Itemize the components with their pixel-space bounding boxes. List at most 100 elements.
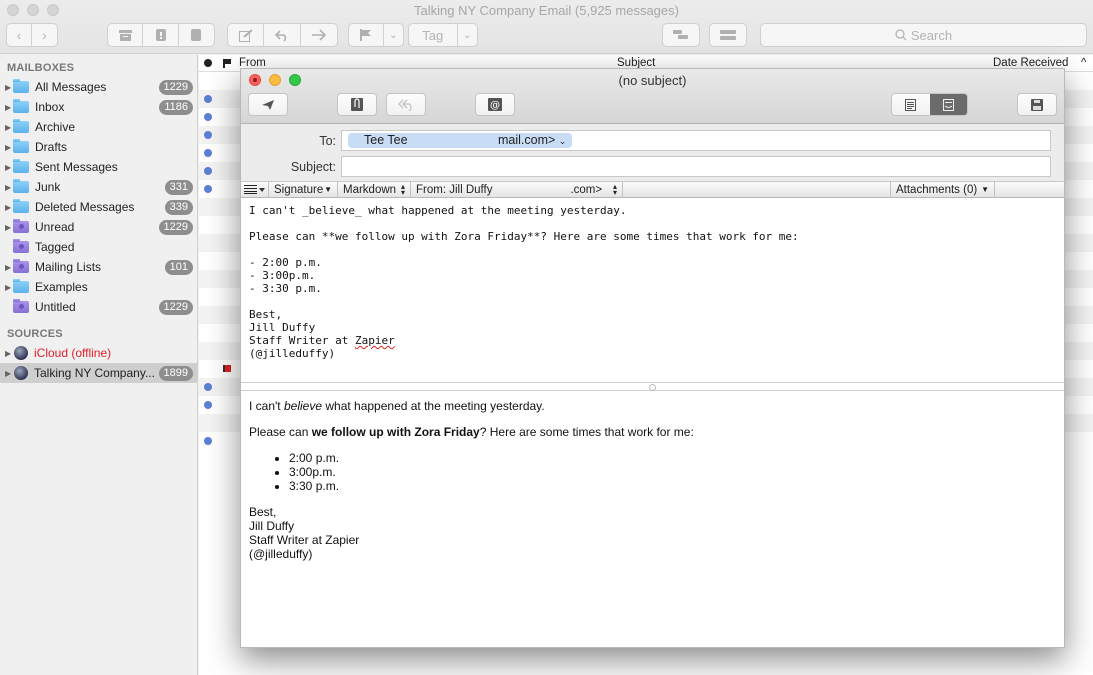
disclosure-triangle-icon[interactable]: ▶ [0, 203, 13, 212]
folder-icon [13, 139, 29, 153]
send-button[interactable] [248, 93, 288, 116]
subject-field[interactable] [341, 156, 1051, 177]
conversation-button[interactable] [662, 23, 700, 47]
mailbox-label: Drafts [35, 140, 68, 154]
unread-column-icon[interactable] [204, 59, 212, 67]
reply-quote-button[interactable] [386, 93, 426, 116]
subject-label: Subject: [290, 160, 336, 174]
search-placeholder: Search [910, 27, 953, 43]
search-input[interactable]: Search [760, 23, 1087, 47]
mailbox-label: Inbox [35, 100, 65, 114]
mailbox-item[interactable]: ▶ Archive [0, 117, 197, 137]
format-menu-button[interactable] [241, 182, 269, 197]
tag-button[interactable]: Tag [409, 24, 458, 46]
split-preview-view-button[interactable] [929, 94, 967, 115]
flag-icon [359, 29, 371, 41]
disclosure-triangle-icon[interactable]: ▶ [0, 183, 13, 192]
compose-options-bar: Signature ▼ Markdown ▴ ▾ From: Jill Duffy .c… [241, 182, 1064, 198]
attach-button[interactable] [337, 93, 377, 116]
list-menu-icon [244, 185, 265, 194]
disclosure-triangle-icon[interactable]: ▶ [0, 369, 13, 378]
recipient-address: mail.com> ⌄ [498, 133, 567, 147]
unread-dot-icon [204, 401, 212, 409]
sources-header: SOURCES [7, 328, 63, 340]
mailbox-item[interactable]: ▶ Sent Messages [0, 157, 197, 177]
search-icon [895, 29, 907, 41]
misspelled-word[interactable]: Zapier [355, 334, 395, 347]
md-line: I can't _believe_ what happened at the m… [249, 204, 627, 217]
options-spacer [623, 182, 891, 197]
flag-menu-button[interactable]: ⌄ [384, 24, 403, 46]
unread-dot-icon [204, 95, 212, 103]
smart-mailbox-icon [13, 239, 29, 253]
unread-dot-icon [204, 149, 212, 157]
source-label: iCloud (offline) [34, 346, 112, 360]
folder-icon [13, 179, 29, 193]
folder-icon [13, 279, 29, 293]
recipient-token[interactable]: Tee Tee mail.com> ⌄ [348, 133, 572, 148]
reply-button[interactable] [264, 24, 301, 46]
mailbox-label: Untitled [35, 300, 76, 314]
sort-ascending-icon[interactable]: ^ [1081, 57, 1086, 69]
source-item[interactable]: ▶ iCloud (offline) [0, 343, 197, 363]
unread-dot-icon [204, 131, 212, 139]
markdown-editor[interactable]: I can't _believe_ what happened at the m… [241, 198, 1064, 383]
disclosure-triangle-icon[interactable]: ▶ [0, 263, 13, 272]
to-field[interactable]: Tee Tee mail.com> ⌄ [341, 130, 1051, 151]
signature-dropdown[interactable]: Signature ▼ [269, 182, 338, 197]
save-draft-button[interactable] [1017, 93, 1057, 116]
preview-list: 2:00 p.m. 3:00p.m. 3:30 p.m. [289, 451, 1056, 493]
mailbox-item[interactable]: ▶ Inbox 1186 [0, 97, 197, 117]
recipient-name: Tee Tee [364, 133, 408, 147]
mailbox-item[interactable]: ▶ Examples [0, 277, 197, 297]
view-mode-toggle [891, 93, 968, 116]
split-divider[interactable] [241, 383, 1064, 391]
preview-list-item: 3:00p.m. [289, 465, 1056, 479]
from-dropdown[interactable]: From: Jill Duffy .com> ▴ ▾ [411, 182, 623, 197]
disclosure-triangle-icon[interactable]: ▶ [0, 143, 13, 152]
mailbox-item[interactable]: ▶ Drafts [0, 137, 197, 157]
format-dropdown[interactable]: Markdown ▴ ▾ [338, 182, 411, 197]
disclosure-triangle-icon[interactable]: ▶ [0, 123, 13, 132]
mailbox-item[interactable]: Untitled 1229 [0, 297, 197, 317]
mailbox-item[interactable]: ▶ Junk 331 [0, 177, 197, 197]
tag-menu-button[interactable]: ⌄ [458, 24, 477, 46]
junk-button[interactable] [143, 24, 179, 46]
filter-icon [720, 30, 736, 40]
flag-column-icon[interactable] [223, 59, 231, 71]
unread-count-badge: 339 [164, 200, 193, 215]
address-button[interactable]: @ [475, 93, 515, 116]
md-list-item: - 3:00p.m. [249, 269, 316, 282]
disclosure-triangle-icon[interactable]: ▶ [0, 163, 13, 172]
mailbox-item[interactable]: Tagged [0, 237, 197, 257]
disclosure-triangle-icon[interactable]: ▶ [0, 283, 13, 292]
forward-nav-button[interactable]: › [32, 24, 57, 46]
edit-only-view-button[interactable] [892, 94, 930, 115]
archive-button[interactable] [108, 24, 144, 46]
filter-button[interactable] [709, 23, 747, 47]
disclosure-triangle-icon[interactable]: ▶ [0, 83, 13, 92]
disclosure-triangle-icon[interactable]: ▶ [0, 223, 13, 232]
mailbox-item[interactable]: ▶ Mailing Lists 101 [0, 257, 197, 277]
mailbox-label: Sent Messages [35, 160, 118, 174]
disclosure-triangle-icon[interactable]: ▶ [0, 103, 13, 112]
mailbox-item[interactable]: ▶ All Messages 1229 [0, 77, 197, 97]
mailbox-label: Unread [35, 220, 75, 234]
new-message-button[interactable] [228, 24, 265, 46]
source-list: ▶ iCloud (offline) ▶ Talking NY Company... 1… [0, 343, 197, 383]
source-item[interactable]: ▶ Talking NY Company... 1899 [0, 363, 197, 383]
preview-paragraph: I can't believe what happened at the mee… [249, 399, 545, 413]
mailbox-label: Archive [35, 120, 76, 134]
attachments-dropdown[interactable]: Attachments (0) ▼ [891, 182, 995, 197]
source-label: Talking NY Company... [34, 366, 155, 380]
mailbox-item[interactable]: ▶ Unread 1229 [0, 217, 197, 237]
mailbox-item[interactable]: ▶ Deleted Messages 339 [0, 197, 197, 217]
chevron-down-icon: ⌄ [558, 136, 567, 146]
disclosure-triangle-icon[interactable]: ▶ [0, 349, 13, 358]
attachment-icon [351, 98, 363, 111]
chevron-right-icon: › [42, 27, 47, 43]
flag-button[interactable] [349, 24, 384, 46]
back-button[interactable]: ‹ [7, 24, 32, 46]
forward-button[interactable] [301, 24, 337, 46]
trash-button[interactable] [179, 24, 214, 46]
